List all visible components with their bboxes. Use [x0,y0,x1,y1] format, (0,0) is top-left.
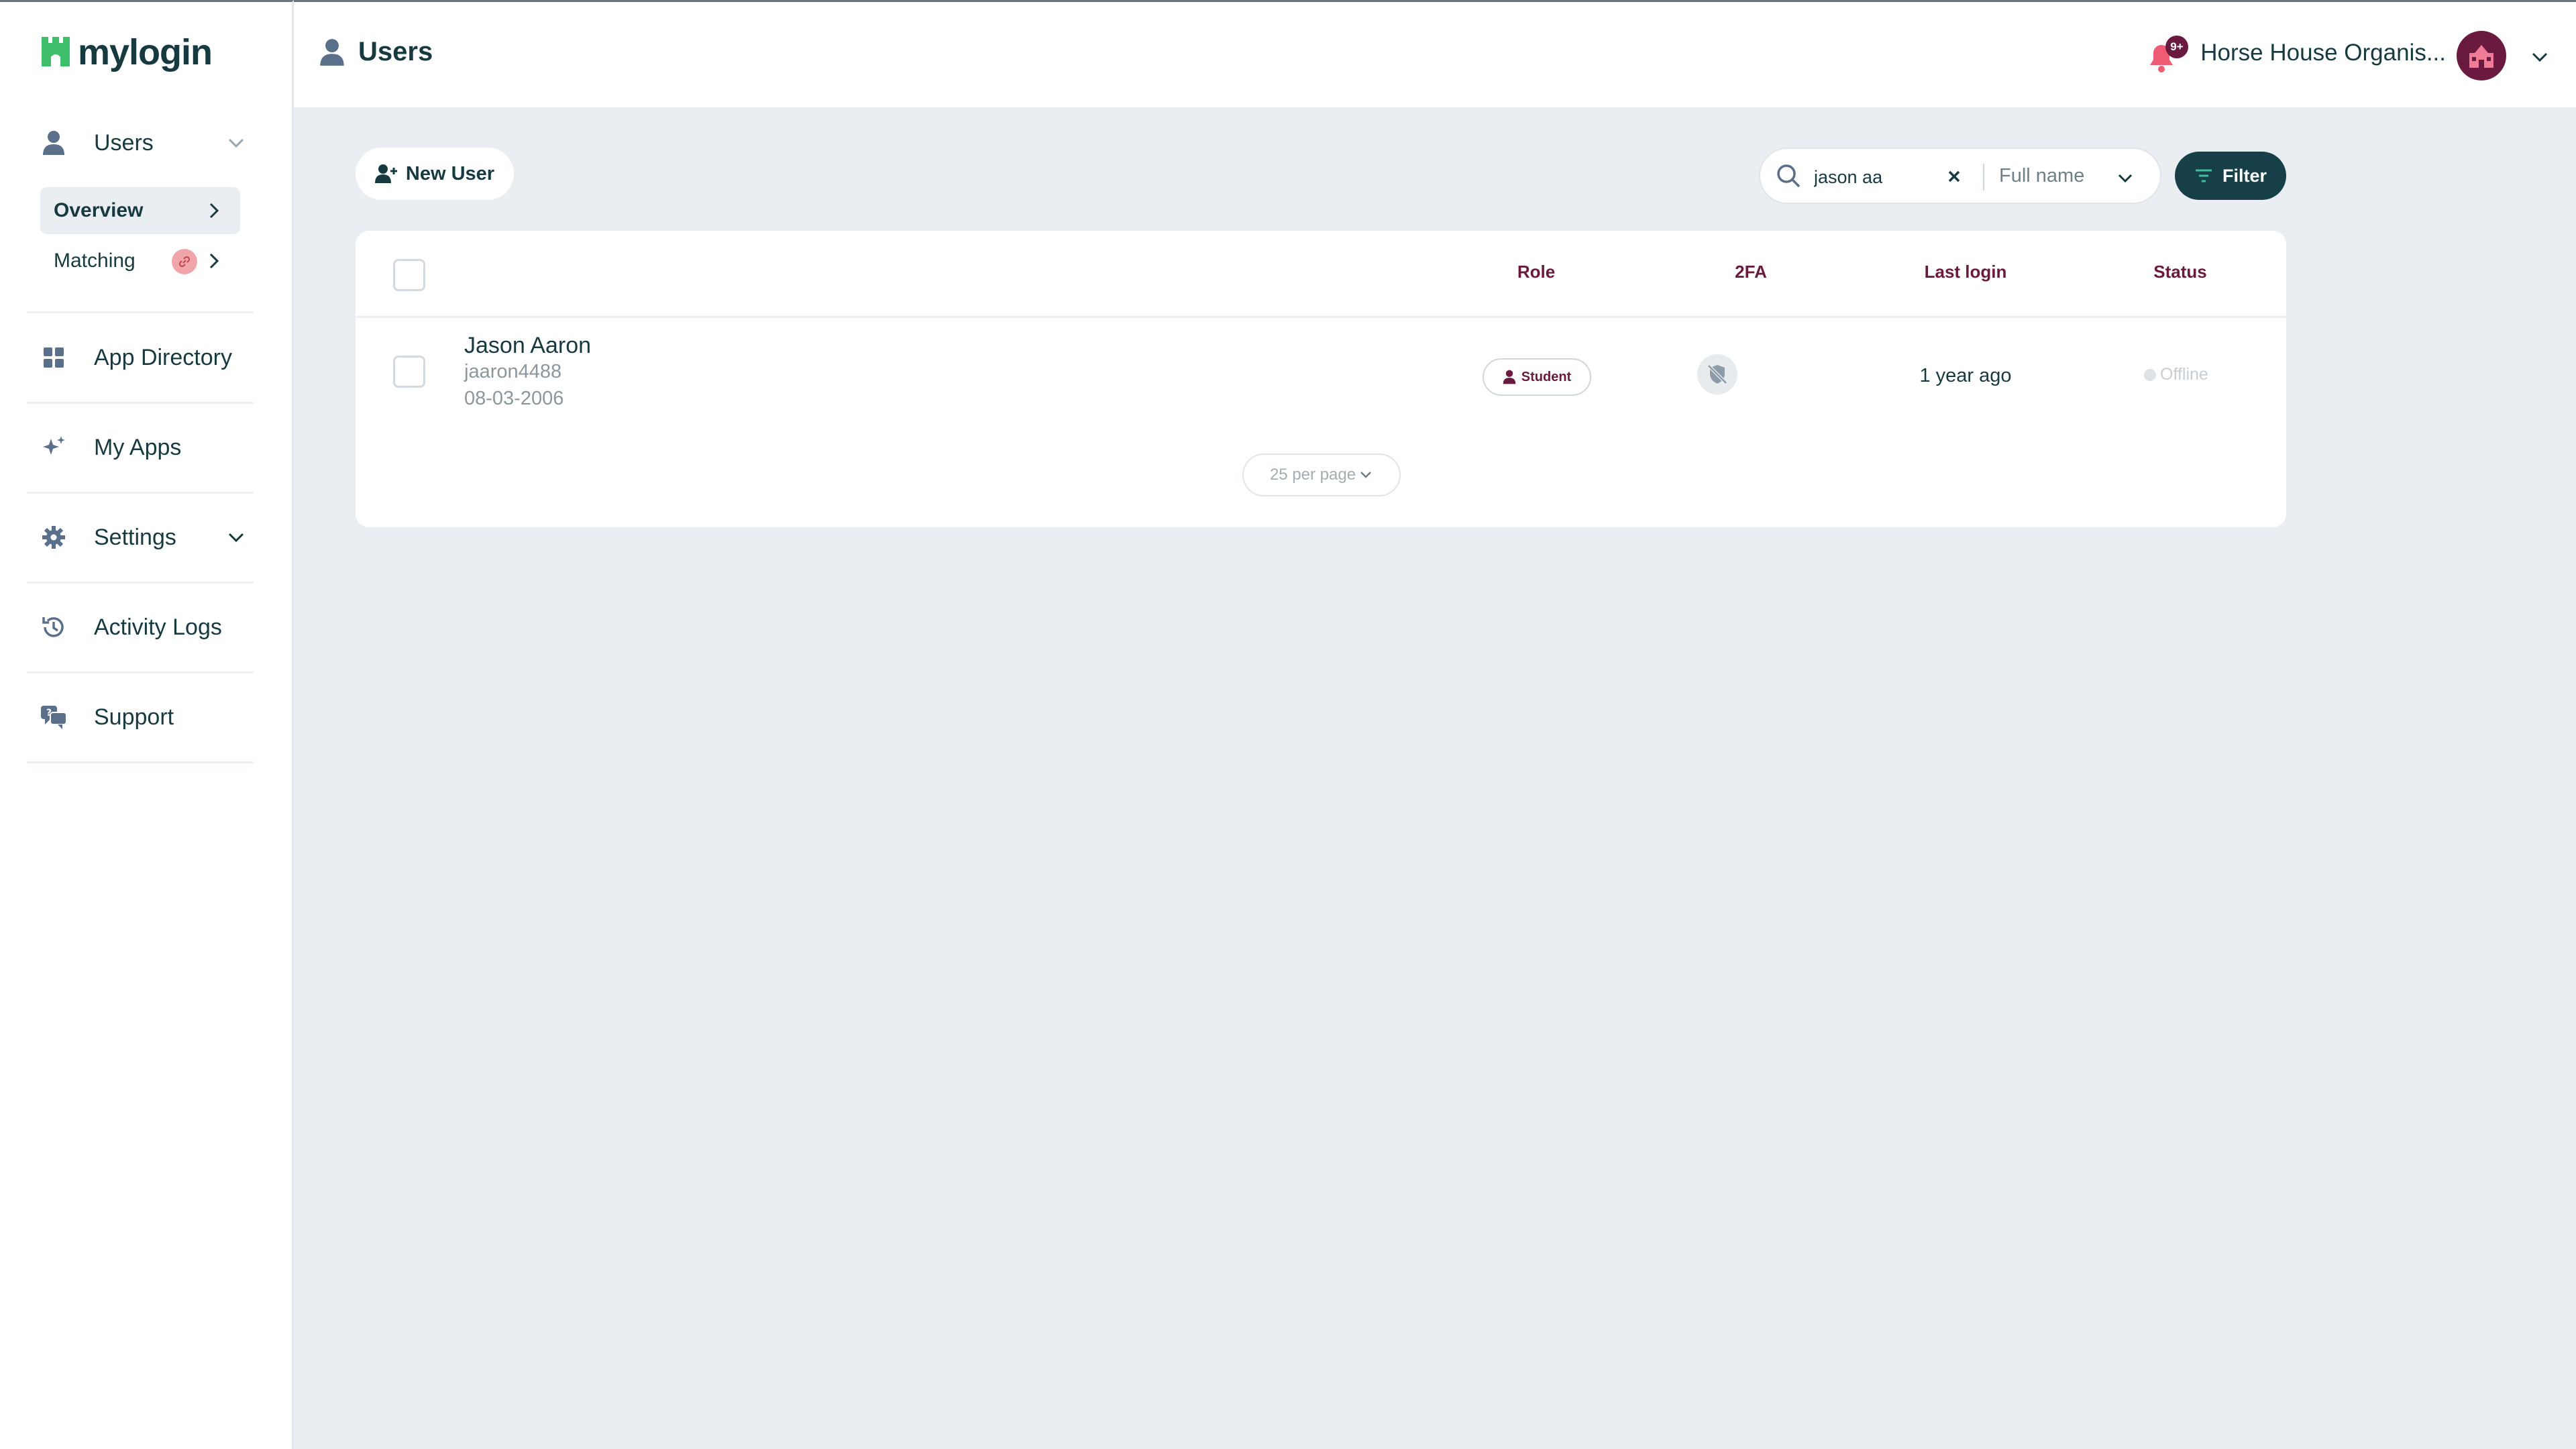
new-user-button[interactable]: New User [356,148,514,200]
column-header-last-login[interactable]: Last login [1925,262,2007,282]
sidebar-subitem-overview[interactable]: Overview [40,187,240,234]
gear-icon [39,523,68,552]
sidebar-item-label: Settings [94,524,176,550]
chevron-down-icon[interactable] [2116,169,2135,188]
chevron-down-icon [1358,468,1373,482]
user-username: jaaron4488 [464,361,562,382]
sidebar-item-app-directory[interactable]: App Directory [39,337,247,378]
status-badge: Offline [2144,365,2208,384]
role-badge: Student [1483,358,1591,396]
page-title: Users [319,37,433,67]
sidebar-item-settings[interactable]: Settings [39,517,247,557]
sidebar-item-users[interactable]: Users [39,123,247,163]
user-icon [39,128,68,158]
sidebar-item-my-apps[interactable]: My Apps [39,427,247,468]
organisation-name[interactable]: Horse House Organis... [2200,40,2446,66]
clear-search-icon[interactable] [1945,168,1963,185]
organisation-avatar[interactable] [2457,31,2506,80]
per-page-label: 25 per page [1269,466,1356,484]
search-field-select[interactable]: Full name [1999,165,2084,187]
divider [27,672,254,674]
divider [27,582,254,584]
filter-label: Filter [2222,165,2267,186]
chevron-down-icon[interactable] [225,132,247,154]
chevron-down-icon[interactable] [2529,46,2551,68]
new-user-label: New User [405,162,495,184]
chevron-right-icon [204,201,223,220]
filter-button[interactable]: Filter [2175,152,2286,200]
sidebar-item-support[interactable]: ? Support [39,697,247,737]
divider [27,402,254,404]
sidebar-subitem-label: Overview [54,199,144,221]
user-full-name[interactable]: Jason Aaron [464,333,591,359]
sidebar-item-label: Support [94,704,174,730]
column-header-status[interactable]: Status [2153,262,2206,282]
search-box: Full name [1759,148,2161,204]
topbar: Users 9+ Horse House Organis... [294,0,2576,107]
notification-badge: 9+ [2165,36,2188,58]
notifications-button[interactable]: 9+ [2147,36,2188,76]
svg-text:?: ? [46,708,52,718]
divider [27,492,254,494]
history-icon [39,612,68,642]
sparkle-icon [39,433,68,462]
per-page-select[interactable]: 25 per page [1242,453,1401,496]
divider [27,761,254,763]
role-label: Student [1521,369,1572,384]
sidebar-item-label: App Directory [94,344,232,370]
logo[interactable]: mylogin [39,32,213,73]
page-title-text: Users [358,37,433,66]
link-icon [172,249,197,274]
chevron-down-icon[interactable] [225,527,247,548]
status-dot [2144,368,2156,381]
sidebar-item-label: Users [94,129,154,156]
user-icon [319,38,345,66]
sidebar-subitem-label: Matching [54,250,136,272]
divider [1983,164,1984,191]
users-table: Role 2FA Last login Status Jason Aaron j… [356,231,2286,527]
user-icon [1503,370,1516,384]
add-user-icon [374,164,398,184]
sidebar-item-activity-logs[interactable]: Activity Logs [39,607,247,647]
school-icon [2467,42,2496,69]
table-header: Role 2FA Last login Status [356,231,2286,318]
search-icon [1775,162,1802,189]
sidebar: mylogin Users Overview Matching App Dire… [0,0,294,1449]
sidebar-subitem-matching[interactable]: Matching [40,237,240,284]
user-birthdate: 08-03-2006 [464,388,564,409]
row-checkbox[interactable] [393,356,425,388]
sidebar-item-label: My Apps [94,434,182,460]
chevron-right-icon [204,252,223,270]
status-label: Offline [2160,365,2208,384]
column-header-2fa[interactable]: 2FA [1735,262,1767,282]
grid-icon [39,343,68,372]
column-header-role[interactable]: Role [1517,262,1555,282]
brand-name: mylogin [78,32,213,72]
select-all-checkbox[interactable] [393,259,425,291]
last-login-value: 1 year ago [1919,365,2012,386]
shield-off-icon [1697,354,1737,394]
search-input[interactable] [1814,164,1948,191]
sidebar-item-label: Activity Logs [94,614,222,640]
filter-icon [2194,168,2213,183]
chat-help-icon: ? [39,702,68,732]
castle-logo-icon [39,36,72,69]
divider [27,311,254,313]
